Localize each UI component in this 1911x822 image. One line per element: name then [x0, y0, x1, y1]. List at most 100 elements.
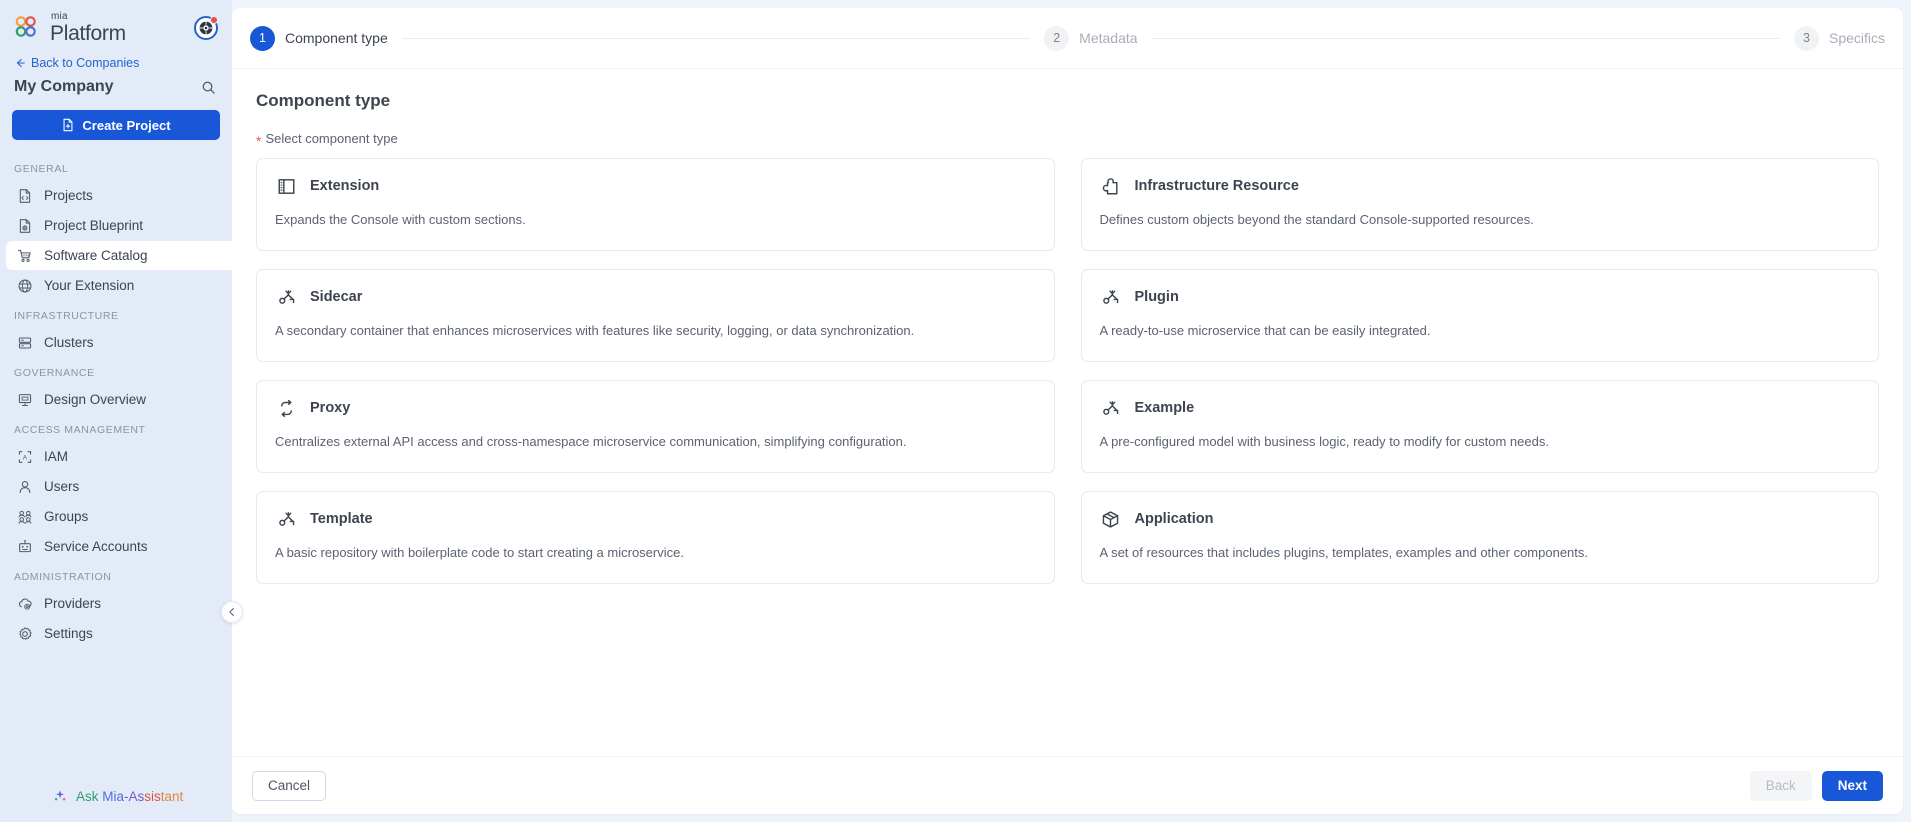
sidebar-item-label: Project Blueprint: [44, 218, 144, 233]
iam-scan-icon: A: [16, 448, 33, 465]
sidebar-item-software-catalog[interactable]: Software Catalog: [6, 241, 232, 270]
globe-icon: [16, 277, 33, 294]
sidebar-item-service-accounts[interactable]: Service Accounts: [6, 532, 220, 561]
sidebar-item-iam[interactable]: A IAM: [6, 442, 220, 471]
sidebar-collapse-button[interactable]: [221, 601, 243, 623]
back-link-label: Back to Companies: [31, 56, 140, 70]
step-metadata[interactable]: 2 Metadata: [1044, 25, 1138, 51]
sidebar-item-label: Service Accounts: [44, 539, 148, 554]
step-number: 2: [1044, 25, 1070, 51]
card-title: Plugin: [1134, 289, 1179, 305]
sidebar-item-settings[interactable]: Settings: [6, 619, 220, 648]
nav-section-general: GENERAL: [14, 163, 69, 175]
sidebar-item-projects[interactable]: Projects: [6, 181, 220, 210]
sidebar-item-users[interactable]: Users: [6, 472, 220, 501]
create-project-label: Create Project: [82, 117, 171, 133]
brand-small-label: mia: [51, 11, 68, 22]
create-project-button[interactable]: Create Project: [12, 110, 220, 140]
nav-section-governance: GOVERNANCE: [14, 367, 95, 379]
card-description: Defines custom objects beyond the standa…: [1099, 212, 1534, 227]
component-card-infrastructure-resource[interactable]: Infrastructure Resource Defines custom o…: [1080, 158, 1879, 251]
card-title: Proxy: [310, 400, 351, 416]
card-description: A secondary container that enhances micr…: [275, 323, 915, 338]
card-head: Infrastructure Resource: [1100, 175, 1861, 197]
card-head: Plugin: [1100, 286, 1861, 308]
extension-panel-icon: [275, 175, 297, 197]
notification-dot: [210, 16, 218, 24]
card-description: Expands the Console with custom sections…: [275, 212, 526, 227]
card-title: Extension: [310, 178, 380, 194]
arrow-left-icon: [16, 59, 25, 67]
card-head: Application: [1100, 508, 1861, 530]
step-label: Component type: [285, 30, 388, 46]
sidebar-item-providers[interactable]: Providers: [6, 589, 220, 618]
node-hierarchy-icon: [275, 508, 297, 530]
next-button[interactable]: Next: [1821, 770, 1883, 801]
sidebar-brand-row: mia Platform: [0, 0, 232, 50]
step-connector: [1151, 37, 1780, 39]
component-card-example[interactable]: Example A pre-configured model with busi…: [1080, 380, 1879, 473]
sidebar-item-label: Groups: [44, 509, 89, 524]
sidebar-item-design-overview[interactable]: Design Overview: [6, 385, 220, 414]
sidebar-item-label: Design Overview: [44, 392, 147, 407]
file-plus-icon: [63, 118, 73, 132]
robot-icon: [16, 538, 33, 555]
card-description: A ready-to-use microservice that can be …: [1099, 323, 1431, 338]
sidebar-item-your-extension[interactable]: Your Extension: [6, 271, 220, 300]
footer-right-actions: Back Next: [1749, 770, 1883, 801]
sidebar-item-clusters[interactable]: Clusters: [6, 328, 220, 357]
swap-arrows-icon: [275, 397, 297, 419]
sidebar: mia Platform Back to Companies My Compan…: [0, 0, 243, 822]
step-specifics[interactable]: 3 Specifics: [1793, 25, 1886, 51]
card-title: Application: [1134, 511, 1214, 527]
sidebar-item-label: Clusters: [44, 335, 94, 350]
clusters-icon: [16, 334, 33, 351]
sidebar-item-label: Users: [44, 479, 80, 494]
wizard-body: Component type * Select component type E…: [232, 69, 1903, 756]
user-icon: [16, 478, 33, 495]
step-number: 1: [250, 25, 275, 51]
step-label: Metadata: [1079, 30, 1138, 46]
company-name: My Company: [14, 78, 114, 95]
back-to-companies-link[interactable]: Back to Companies: [0, 50, 232, 74]
cancel-button[interactable]: Cancel: [252, 770, 327, 801]
puzzle-piece-icon: [1100, 175, 1122, 197]
component-card-sidecar[interactable]: Sidecar A secondary container that enhan…: [256, 269, 1055, 362]
sidebar-item-groups[interactable]: Groups: [6, 502, 220, 531]
sidebar-item-label: Settings: [44, 626, 93, 641]
card-title: Sidecar: [310, 289, 363, 305]
component-card-proxy[interactable]: Proxy Centralizes external API access an…: [256, 380, 1055, 473]
avatar[interactable]: [194, 16, 218, 40]
ask-mia-assistant-button[interactable]: Ask Mia-Assistant: [0, 778, 232, 822]
step-number: 3: [1793, 25, 1819, 51]
component-card-template[interactable]: Template A basic repository with boilerp…: [256, 491, 1055, 584]
component-card-plugin[interactable]: Plugin A ready-to-use microservice that …: [1080, 269, 1879, 362]
card-head: Template: [275, 508, 1036, 530]
search-icon[interactable]: [201, 80, 216, 95]
sparkle-icon: [52, 788, 68, 804]
card-head: Extension: [275, 175, 1036, 197]
sidebar-item-project-blueprint[interactable]: Project Blueprint: [6, 211, 220, 240]
card-description: Centralizes external API access and cros…: [275, 434, 907, 449]
assistant-label: Ask Mia-Assistant: [76, 788, 184, 804]
back-button: Back: [1749, 770, 1812, 801]
main-area: 1 Component type 2 Metadata 3 Specifics …: [232, 0, 1911, 822]
svg-text:A: A: [22, 454, 27, 461]
step-label: Specifics: [1828, 30, 1886, 46]
card-head: Proxy: [275, 397, 1036, 419]
step-component-type[interactable]: 1 Component type: [250, 25, 388, 51]
step-connector: [401, 37, 1031, 39]
component-card-application[interactable]: Application A set of resources that incl…: [1080, 491, 1879, 584]
card-description: A basic repository with boilerplate code…: [275, 545, 684, 560]
cloud-gear-icon: [16, 595, 33, 612]
brand: mia Platform: [14, 12, 126, 44]
node-hierarchy-icon: [1100, 397, 1122, 419]
mia-logo-icon: [14, 14, 44, 44]
sidebar-item-label: Projects: [44, 188, 93, 203]
field-label-text: Select component type: [265, 131, 398, 146]
page-title: Component type: [256, 91, 391, 110]
component-card-extension[interactable]: Extension Expands the Console with custo…: [256, 158, 1055, 251]
app-root: mia Platform Back to Companies My Compan…: [0, 0, 1911, 822]
brand-text: mia Platform: [50, 11, 126, 45]
nav-section-access-management: ACCESS MANAGEMENT: [14, 424, 146, 436]
